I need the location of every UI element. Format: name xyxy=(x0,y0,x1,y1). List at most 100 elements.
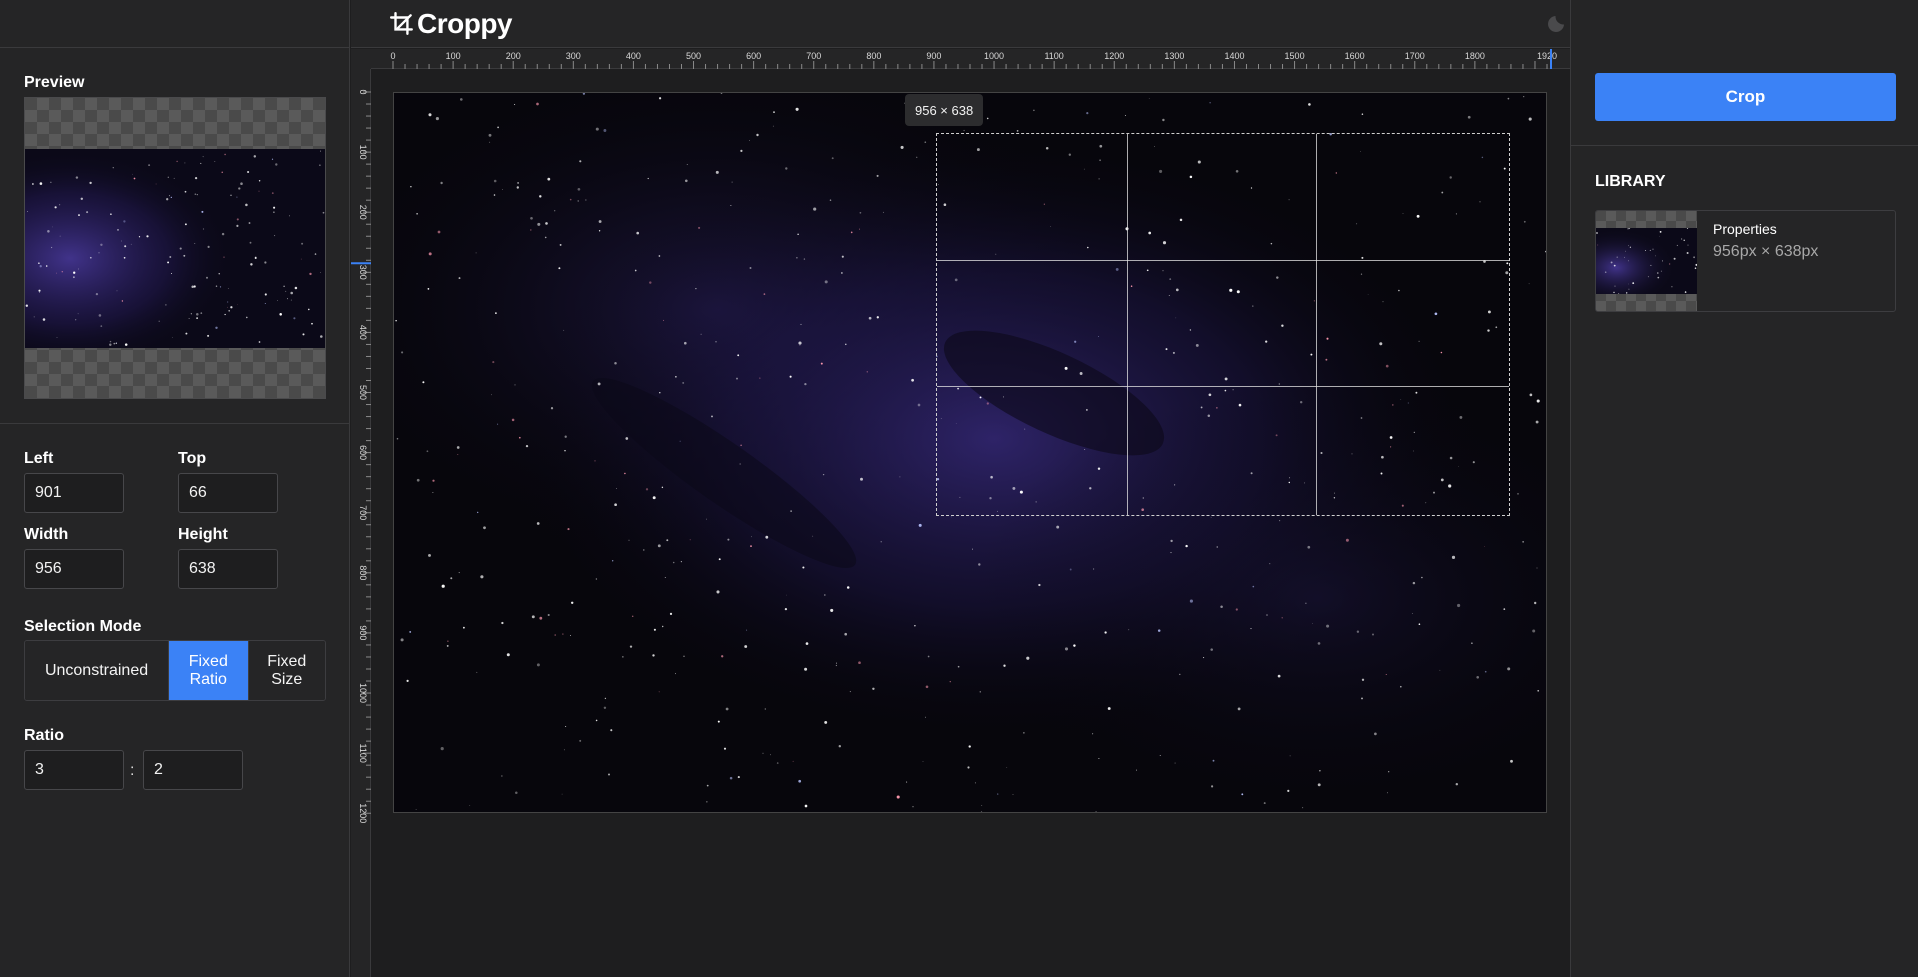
star xyxy=(927,655,930,658)
star xyxy=(196,193,198,196)
ruler-tick-label: 1300 xyxy=(1164,51,1184,61)
star xyxy=(1484,670,1487,673)
ruler-tick-label: 1700 xyxy=(1405,51,1425,61)
star xyxy=(603,129,607,132)
star xyxy=(1669,263,1671,265)
horizontal-ruler[interactable]: 0 100 200 300 400 500 600 700 800 900 1000 1100 1200… xyxy=(371,49,1570,69)
height-field: Height xyxy=(178,526,278,589)
star xyxy=(669,612,673,616)
star xyxy=(730,205,732,206)
width-label: Width xyxy=(24,526,69,543)
star xyxy=(502,189,503,190)
star xyxy=(957,665,960,668)
library-item[interactable]: Properties 956px × 638px xyxy=(1595,210,1896,312)
star xyxy=(772,125,774,127)
ratio-a-input[interactable] xyxy=(24,750,124,790)
star xyxy=(564,450,566,452)
star xyxy=(1421,576,1423,579)
mode-fixed-size-button[interactable]: Fixed Size xyxy=(248,641,325,700)
star xyxy=(643,549,645,551)
app-logo[interactable]: Croppy xyxy=(389,8,513,40)
star xyxy=(1064,647,1069,651)
star xyxy=(401,351,404,354)
star xyxy=(458,277,461,280)
star xyxy=(52,226,53,228)
star xyxy=(395,319,397,322)
star xyxy=(109,340,112,343)
star xyxy=(483,526,486,530)
star xyxy=(786,594,787,596)
star xyxy=(744,645,748,648)
star xyxy=(906,781,908,783)
mode-fixed-ratio-button[interactable]: Fixed Ratio xyxy=(169,641,249,700)
star xyxy=(1289,755,1291,757)
star xyxy=(432,491,434,493)
star xyxy=(1484,546,1486,547)
library-item-name: Properties xyxy=(1713,221,1777,237)
height-input[interactable] xyxy=(178,549,278,589)
star xyxy=(740,444,742,446)
star xyxy=(749,267,752,269)
left-input[interactable] xyxy=(24,473,124,513)
star xyxy=(1411,613,1413,614)
star xyxy=(868,316,872,320)
star xyxy=(824,280,828,284)
moon-icon[interactable] xyxy=(1546,10,1570,34)
star xyxy=(396,437,399,440)
library-thumbnail xyxy=(1596,211,1697,311)
grid-line xyxy=(1127,134,1128,515)
library-title: LIBRARY xyxy=(1595,173,1666,190)
star xyxy=(89,256,92,259)
star xyxy=(440,747,444,751)
star xyxy=(841,272,843,274)
star xyxy=(1536,399,1540,403)
mode-unconstrained-button[interactable]: Unconstrained xyxy=(25,641,170,700)
star xyxy=(130,243,132,245)
star xyxy=(227,288,229,289)
star xyxy=(1545,250,1546,253)
star xyxy=(293,317,296,320)
star xyxy=(1536,567,1538,569)
ruler-tick-label: 100 xyxy=(446,51,461,61)
crop-button[interactable]: Crop xyxy=(1595,73,1896,121)
star xyxy=(798,779,802,783)
star xyxy=(554,634,556,636)
star xyxy=(763,293,766,295)
star xyxy=(45,265,48,267)
star xyxy=(477,511,479,514)
top-input[interactable] xyxy=(178,473,278,513)
star xyxy=(829,199,832,201)
star xyxy=(1210,517,1212,518)
star xyxy=(138,236,141,238)
star xyxy=(200,162,202,164)
star xyxy=(776,762,779,764)
vertical-ruler[interactable]: 0 100 200 300 400 500 600 700 800 900 1000 1100 1200 xyxy=(351,69,371,977)
ratio-separator: : xyxy=(130,762,135,779)
star xyxy=(1104,631,1107,634)
star xyxy=(100,243,103,247)
star xyxy=(1680,238,1683,240)
star xyxy=(73,271,76,274)
star xyxy=(706,518,707,520)
star xyxy=(917,403,921,407)
library-thumbnail-image xyxy=(1596,228,1697,294)
ratio-b-input[interactable] xyxy=(143,750,243,790)
star xyxy=(1374,732,1377,736)
star xyxy=(1647,276,1649,278)
star xyxy=(166,198,169,201)
ruler-tick-label: 400 xyxy=(626,51,641,61)
star xyxy=(804,382,807,386)
star xyxy=(647,177,649,180)
star xyxy=(1535,420,1539,424)
star xyxy=(89,181,92,185)
star xyxy=(1241,793,1244,796)
right-divider xyxy=(1571,145,1918,146)
star xyxy=(859,211,862,214)
star xyxy=(925,685,929,689)
star xyxy=(914,624,916,627)
star xyxy=(320,150,322,152)
width-input[interactable] xyxy=(24,549,124,589)
star xyxy=(740,149,743,153)
star xyxy=(750,545,752,548)
crop-selection[interactable] xyxy=(936,133,1510,516)
